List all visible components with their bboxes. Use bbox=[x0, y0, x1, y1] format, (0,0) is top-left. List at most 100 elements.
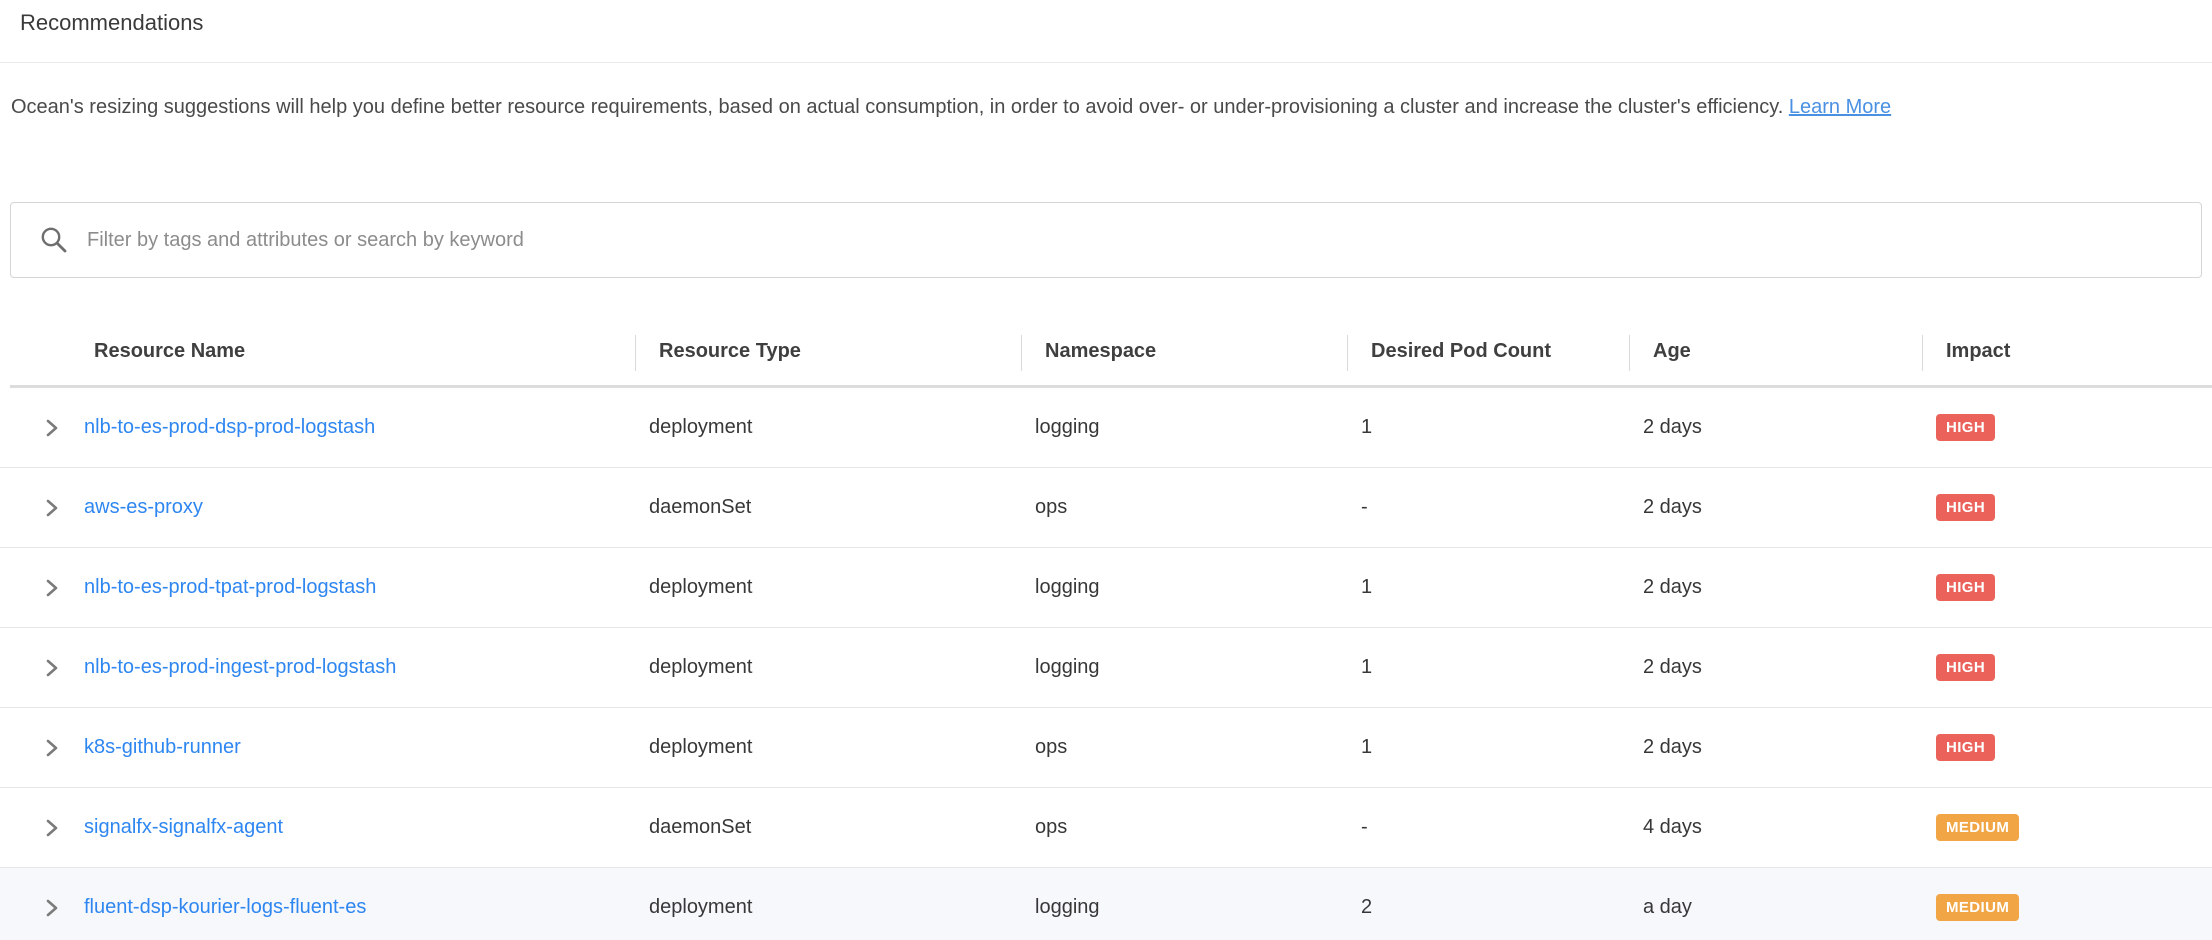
impact-cell: HIGH bbox=[1912, 494, 2212, 521]
impact-badge: HIGH bbox=[1936, 654, 1995, 681]
resource-name-cell: aws-es-proxy bbox=[84, 496, 625, 519]
desired-pod-count-cell: 1 bbox=[1337, 656, 1619, 679]
namespace-cell: logging bbox=[1011, 896, 1337, 919]
desired-pod-count-cell: 1 bbox=[1337, 416, 1619, 439]
age-cell: 2 days bbox=[1619, 736, 1912, 759]
resource-type-cell: deployment bbox=[625, 736, 1011, 759]
expand-cell bbox=[0, 816, 84, 840]
chevron-right-icon bbox=[42, 898, 62, 918]
resource-name-link[interactable]: nlb-to-es-prod-tpat-prod-logstash bbox=[84, 576, 376, 598]
namespace-cell: logging bbox=[1011, 656, 1337, 679]
expand-cell bbox=[0, 416, 84, 440]
expand-row-button[interactable] bbox=[40, 576, 64, 600]
impact-cell: MEDIUM bbox=[1912, 894, 2212, 921]
namespace-cell: logging bbox=[1011, 416, 1337, 439]
namespace-cell: ops bbox=[1011, 816, 1337, 839]
resource-name-link[interactable]: fluent-dsp-kourier-logs-fluent-es bbox=[84, 896, 366, 918]
search-input[interactable] bbox=[87, 203, 2201, 277]
table-row: k8s-github-runner deployment ops 1 2 day… bbox=[0, 708, 2212, 788]
desired-pod-count-cell: 2 bbox=[1337, 896, 1619, 919]
desired-pod-count-cell: - bbox=[1337, 496, 1619, 519]
namespace-cell: ops bbox=[1011, 496, 1337, 519]
age-cell: a day bbox=[1619, 896, 1912, 919]
description-text: Ocean's resizing suggestions will help y… bbox=[11, 96, 1783, 118]
desired-pod-count-cell: - bbox=[1337, 816, 1619, 839]
namespace-cell: ops bbox=[1011, 736, 1337, 759]
impact-badge: MEDIUM bbox=[1936, 894, 2019, 921]
impact-badge: HIGH bbox=[1936, 494, 1995, 521]
column-header-resource-name[interactable]: Resource Name bbox=[94, 318, 635, 385]
impact-cell: HIGH bbox=[1912, 654, 2212, 681]
column-header-resource-type[interactable]: Resource Type bbox=[635, 318, 1021, 385]
expand-cell bbox=[0, 736, 84, 760]
age-cell: 2 days bbox=[1619, 496, 1912, 519]
column-header-age[interactable]: Age bbox=[1629, 318, 1922, 385]
age-cell: 4 days bbox=[1619, 816, 1912, 839]
age-cell: 2 days bbox=[1619, 656, 1912, 679]
recommendations-table: Resource Name Resource Type Namespace De… bbox=[0, 318, 2212, 940]
page-title: Recommendations bbox=[20, 10, 203, 36]
chevron-right-icon bbox=[42, 738, 62, 758]
resource-name-link[interactable]: nlb-to-es-prod-ingest-prod-logstash bbox=[84, 656, 396, 678]
table-row: fluent-dsp-kourier-logs-fluent-es deploy… bbox=[0, 868, 2212, 940]
resource-name-cell: nlb-to-es-prod-tpat-prod-logstash bbox=[84, 576, 625, 599]
resource-name-cell: fluent-dsp-kourier-logs-fluent-es bbox=[84, 896, 625, 919]
impact-cell: HIGH bbox=[1912, 414, 2212, 441]
column-header-impact[interactable]: Impact bbox=[1922, 318, 2212, 385]
age-cell: 2 days bbox=[1619, 576, 1912, 599]
resource-name-cell: signalfx-signalfx-agent bbox=[84, 816, 625, 839]
table-row: nlb-to-es-prod-ingest-prod-logstash depl… bbox=[0, 628, 2212, 708]
expand-cell bbox=[0, 656, 84, 680]
expand-row-button[interactable] bbox=[40, 896, 64, 920]
expand-row-button[interactable] bbox=[40, 656, 64, 680]
impact-cell: MEDIUM bbox=[1912, 814, 2212, 841]
resource-name-link[interactable]: signalfx-signalfx-agent bbox=[84, 816, 283, 838]
table-row: nlb-to-es-prod-tpat-prod-logstash deploy… bbox=[0, 548, 2212, 628]
impact-badge: HIGH bbox=[1936, 734, 1995, 761]
desired-pod-count-cell: 1 bbox=[1337, 736, 1619, 759]
table-header: Resource Name Resource Type Namespace De… bbox=[10, 318, 2212, 388]
impact-cell: HIGH bbox=[1912, 734, 2212, 761]
recommendations-page: Recommendations Ocean's resizing suggest… bbox=[0, 0, 2212, 940]
resource-name-link[interactable]: aws-es-proxy bbox=[84, 496, 203, 518]
resource-name-link[interactable]: k8s-github-runner bbox=[84, 736, 241, 758]
chevron-right-icon bbox=[42, 658, 62, 678]
expand-cell bbox=[0, 896, 84, 920]
table-row: nlb-to-es-prod-dsp-prod-logstash deploym… bbox=[0, 388, 2212, 468]
impact-badge: MEDIUM bbox=[1936, 814, 2019, 841]
expand-cell bbox=[0, 496, 84, 520]
resource-name-cell: nlb-to-es-prod-ingest-prod-logstash bbox=[84, 656, 625, 679]
learn-more-link[interactable]: Learn More bbox=[1789, 96, 1891, 118]
filter-search-box[interactable] bbox=[10, 202, 2202, 278]
desired-pod-count-cell: 1 bbox=[1337, 576, 1619, 599]
table-body: nlb-to-es-prod-dsp-prod-logstash deploym… bbox=[0, 388, 2212, 940]
expand-row-button[interactable] bbox=[40, 736, 64, 760]
namespace-cell: logging bbox=[1011, 576, 1337, 599]
resource-type-cell: deployment bbox=[625, 896, 1011, 919]
page-description: Ocean's resizing suggestions will help y… bbox=[11, 92, 2156, 123]
search-icon bbox=[39, 225, 69, 255]
table-row: aws-es-proxy daemonSet ops - 2 days HIGH bbox=[0, 468, 2212, 548]
column-header-namespace[interactable]: Namespace bbox=[1021, 318, 1347, 385]
expand-row-button[interactable] bbox=[40, 496, 64, 520]
expand-row-button[interactable] bbox=[40, 816, 64, 840]
resource-type-cell: deployment bbox=[625, 656, 1011, 679]
chevron-right-icon bbox=[42, 818, 62, 838]
expand-cell bbox=[0, 576, 84, 600]
resource-type-cell: daemonSet bbox=[625, 496, 1011, 519]
impact-cell: HIGH bbox=[1912, 574, 2212, 601]
resource-type-cell: daemonSet bbox=[625, 816, 1011, 839]
table-row: signalfx-signalfx-agent daemonSet ops - … bbox=[0, 788, 2212, 868]
resource-name-link[interactable]: nlb-to-es-prod-dsp-prod-logstash bbox=[84, 416, 375, 438]
column-header-desired-pod-count[interactable]: Desired Pod Count bbox=[1347, 318, 1629, 385]
chevron-right-icon bbox=[42, 578, 62, 598]
chevron-right-icon bbox=[42, 498, 62, 518]
expand-row-button[interactable] bbox=[40, 416, 64, 440]
title-divider bbox=[0, 62, 2212, 63]
impact-badge: HIGH bbox=[1936, 414, 1995, 441]
resource-type-cell: deployment bbox=[625, 576, 1011, 599]
impact-badge: HIGH bbox=[1936, 574, 1995, 601]
resource-name-cell: k8s-github-runner bbox=[84, 736, 625, 759]
age-cell: 2 days bbox=[1619, 416, 1912, 439]
resource-type-cell: deployment bbox=[625, 416, 1011, 439]
